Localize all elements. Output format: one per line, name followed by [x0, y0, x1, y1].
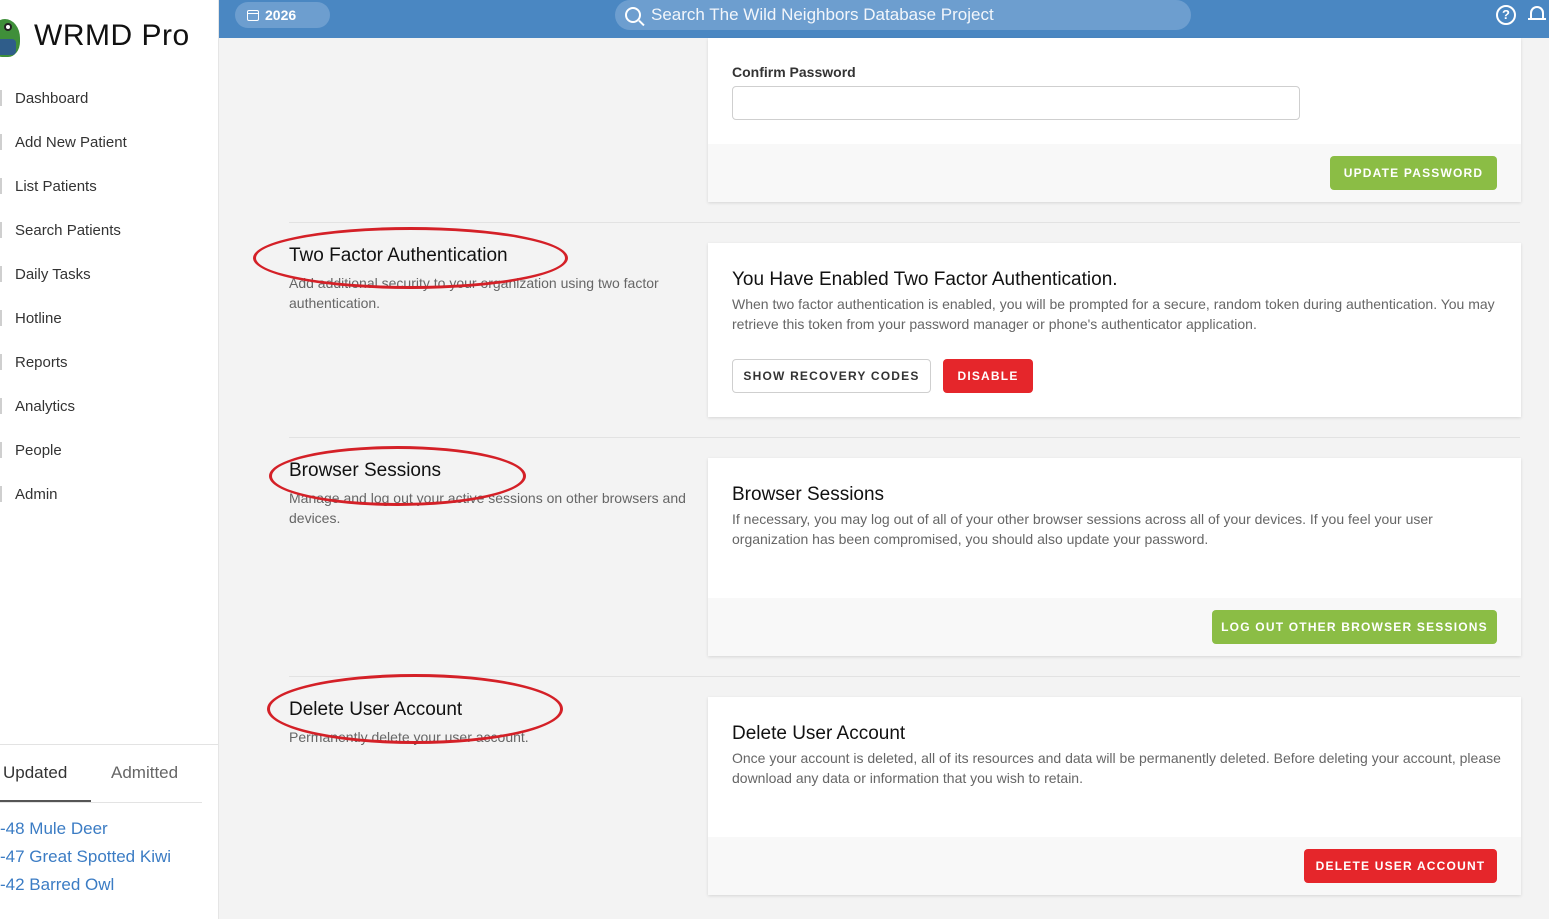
browser-sessions-section-header: Browser Sessions Manage and log out your…	[289, 460, 689, 528]
app-title: WRMD Pro	[34, 19, 190, 52]
logout-other-sessions-button[interactable]: LOG OUT OTHER BROWSER SESSIONS	[1212, 610, 1497, 644]
card-footer: LOG OUT OTHER BROWSER SESSIONS	[708, 598, 1521, 656]
two-factor-title: Two Factor Authentication	[289, 245, 508, 266]
top-bar: 2026 Search The Wild Neighbors Database …	[219, 0, 1549, 38]
sidebar-item-dashboard[interactable]: Dashboard	[0, 76, 218, 120]
calendar-icon	[247, 9, 259, 21]
browser-sessions-card-title: Browser Sessions	[732, 484, 885, 505]
bell-icon[interactable]	[1528, 5, 1546, 23]
recent-patients-panel: Updated Admitted -48 Mule Deer -47 Great…	[0, 744, 218, 899]
browser-sessions-title: Browser Sessions	[289, 460, 442, 481]
sidebar-item-hotline[interactable]: Hotline	[0, 296, 218, 340]
search-input[interactable]: Search The Wild Neighbors Database Proje…	[615, 0, 1191, 30]
sidebar-nav: Dashboard Add New Patient List Patients …	[0, 76, 218, 516]
recent-tabs: Updated Admitted	[0, 745, 202, 803]
sidebar-item-daily-tasks[interactable]: Daily Tasks	[0, 252, 218, 296]
delete-account-card: Delete User Account Once your account is…	[708, 697, 1521, 895]
delete-account-title: Delete User Account	[289, 699, 463, 720]
card-footer: UPDATE PASSWORD	[708, 144, 1521, 202]
logo-mascot-icon	[0, 11, 22, 61]
delete-user-account-button[interactable]: DELETE USER ACCOUNT	[1304, 849, 1497, 883]
update-password-card: Confirm Password UPDATE PASSWORD	[708, 38, 1521, 202]
confirm-password-label: Confirm Password	[732, 64, 856, 80]
sidebar-item-admin[interactable]: Admin	[0, 472, 218, 516]
sidebar-item-list-patients[interactable]: List Patients	[0, 164, 218, 208]
browser-sessions-description: Manage and log out your active sessions …	[289, 490, 686, 526]
app-logo[interactable]: WRMD Pro	[0, 8, 190, 64]
recent-patient-link[interactable]: -42 Barred Owl	[0, 871, 218, 899]
delete-account-description: Permanently delete your user account.	[289, 729, 529, 745]
sidebar-item-search-patients[interactable]: Search Patients	[0, 208, 218, 252]
sidebar-item-analytics[interactable]: Analytics	[0, 384, 218, 428]
section-divider	[289, 222, 1520, 223]
browser-sessions-card: Browser Sessions If necessary, you may l…	[708, 458, 1521, 656]
two-factor-card-title: You Have Enabled Two Factor Authenticati…	[732, 269, 1118, 290]
question-circle-icon[interactable]: ?	[1496, 5, 1516, 25]
year-selector[interactable]: 2026	[235, 2, 330, 28]
delete-account-card-title: Delete User Account	[732, 723, 906, 744]
two-factor-description: Add additional security to your organiza…	[289, 275, 659, 311]
tab-admitted[interactable]: Admitted	[91, 745, 201, 802]
disable-2fa-button[interactable]: DISABLE	[943, 359, 1033, 393]
year-label: 2026	[265, 7, 297, 23]
sidebar-item-add-new-patient[interactable]: Add New Patient	[0, 120, 218, 164]
sidebar: WRMD Pro Dashboard Add New Patient List …	[0, 0, 219, 919]
recent-patient-list: -48 Mule Deer -47 Great Spotted Kiwi -42…	[0, 803, 218, 899]
two-factor-section-header: Two Factor Authentication Add additional…	[289, 245, 689, 313]
tab-updated[interactable]: Updated	[0, 745, 91, 802]
delete-account-section-header: Delete User Account Permanently delete y…	[289, 699, 689, 747]
browser-sessions-card-text: If necessary, you may log out of all of …	[732, 511, 1433, 547]
section-divider	[289, 676, 1520, 677]
recent-patient-link[interactable]: -48 Mule Deer	[0, 815, 218, 843]
confirm-password-field[interactable]	[732, 86, 1300, 120]
search-icon	[625, 7, 641, 23]
sidebar-item-people[interactable]: People	[0, 428, 218, 472]
section-divider	[289, 437, 1520, 438]
recent-patient-link[interactable]: -47 Great Spotted Kiwi	[0, 843, 218, 871]
sidebar-item-reports[interactable]: Reports	[0, 340, 218, 384]
card-footer: DELETE USER ACCOUNT	[708, 837, 1521, 895]
two-factor-card-text: When two factor authentication is enable…	[732, 296, 1495, 332]
two-factor-card: You Have Enabled Two Factor Authenticati…	[708, 243, 1521, 417]
search-placeholder: Search The Wild Neighbors Database Proje…	[651, 5, 994, 24]
update-password-button[interactable]: UPDATE PASSWORD	[1330, 156, 1497, 190]
delete-account-card-text: Once your account is deleted, all of its…	[732, 750, 1501, 786]
show-recovery-codes-button[interactable]: SHOW RECOVERY CODES	[732, 359, 931, 393]
